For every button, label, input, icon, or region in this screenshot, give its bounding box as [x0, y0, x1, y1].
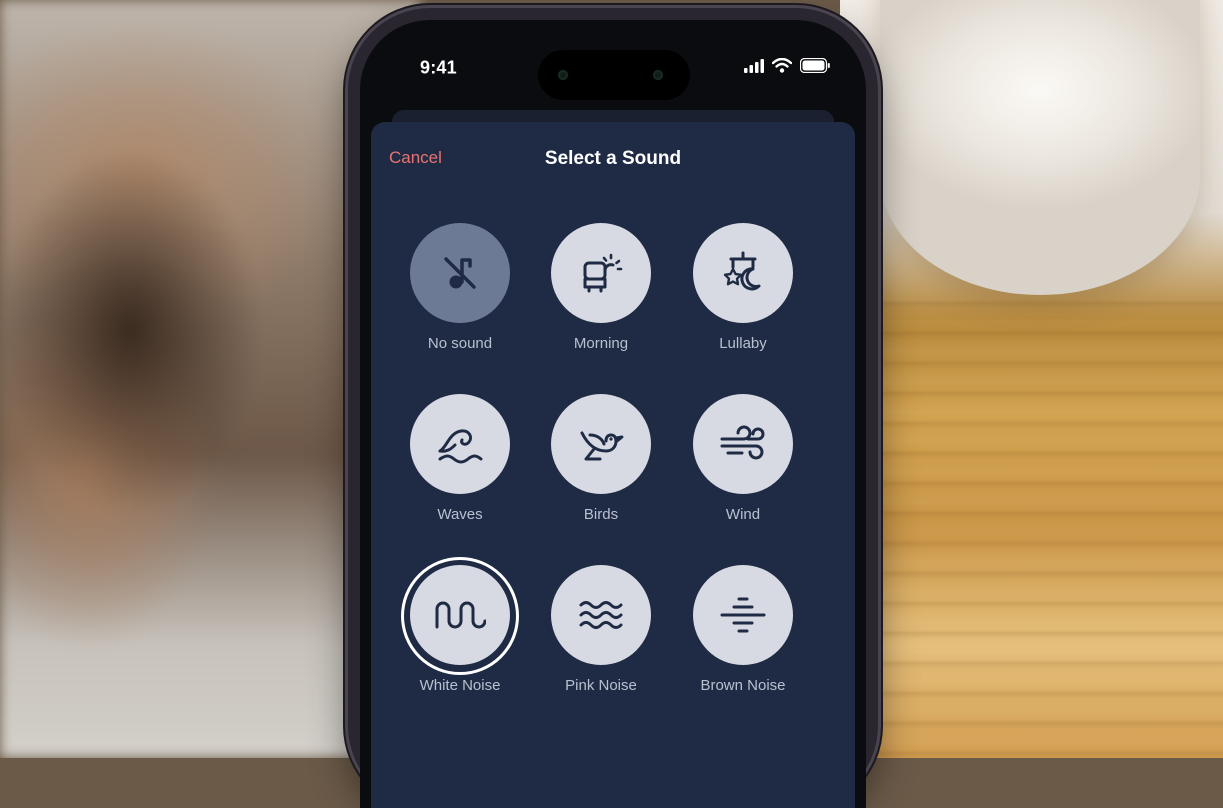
sound-circle[interactable] [693, 394, 793, 494]
bird-icon [576, 419, 626, 469]
sound-circle[interactable] [693, 223, 793, 323]
sound-label: Birds [583, 506, 619, 523]
wifi-icon [771, 57, 793, 78]
divide-lines-icon [718, 593, 768, 637]
sound-label: Pink Noise [565, 677, 637, 694]
select-sound-sheet: Cancel Select a Sound No sound Morning L… [371, 122, 855, 808]
sound-circle[interactable] [551, 223, 651, 323]
sound-label: White Noise [419, 677, 501, 694]
sound-machine-lamp [880, 0, 1200, 295]
sound-circle[interactable] [551, 394, 651, 494]
sound-circle[interactable] [410, 394, 510, 494]
status-icons [744, 57, 830, 78]
selected-ring [401, 557, 519, 675]
cellular-signal-icon [744, 58, 764, 78]
sunrise-window-icon [577, 249, 625, 297]
wind-icon [718, 419, 768, 469]
sensor-dot [558, 70, 568, 80]
status-time: 9:41 [420, 57, 457, 78]
phone-screen: 9:41 Cancel Select a Sound No sound Morn… [360, 20, 866, 808]
sound-option-brown-noise[interactable]: Brown Noise [673, 565, 813, 694]
sound-option-pink-noise[interactable]: Pink Noise [531, 565, 671, 694]
sound-option-white-noise[interactable]: White Noise [390, 557, 530, 694]
sound-option-lullaby[interactable]: Lullaby [673, 223, 813, 352]
sound-circle[interactable] [693, 565, 793, 665]
camera-dot [653, 70, 663, 80]
sound-label: Morning [573, 335, 629, 352]
sound-option-birds[interactable]: Birds [531, 394, 671, 523]
moon-mobile-icon [719, 249, 767, 297]
sound-option-no-sound[interactable]: No sound [390, 223, 530, 352]
sound-label: Wind [725, 506, 761, 523]
sound-label: No sound [427, 335, 493, 352]
sound-circle[interactable] [410, 223, 510, 323]
sound-label: Lullaby [719, 335, 767, 352]
sound-option-morning[interactable]: Morning [531, 223, 671, 352]
sound-option-wind[interactable]: Wind [673, 394, 813, 523]
dynamic-island [538, 50, 690, 100]
battery-icon [799, 57, 830, 78]
status-bar: 9:41 [360, 20, 866, 100]
sound-label: Brown Noise [700, 677, 786, 694]
wood-grain [860, 300, 1223, 758]
wave-icon [435, 419, 485, 469]
phone-frame: 9:41 Cancel Select a Sound No sound Morn… [348, 8, 878, 808]
sheet-title: Select a Sound [544, 148, 682, 169]
sound-circle[interactable] [551, 565, 651, 665]
sound-label: Waves [437, 506, 483, 523]
music-note-slash-icon [438, 251, 482, 295]
triple-wave-icon [576, 595, 626, 635]
sound-option-waves[interactable]: Waves [390, 394, 530, 523]
